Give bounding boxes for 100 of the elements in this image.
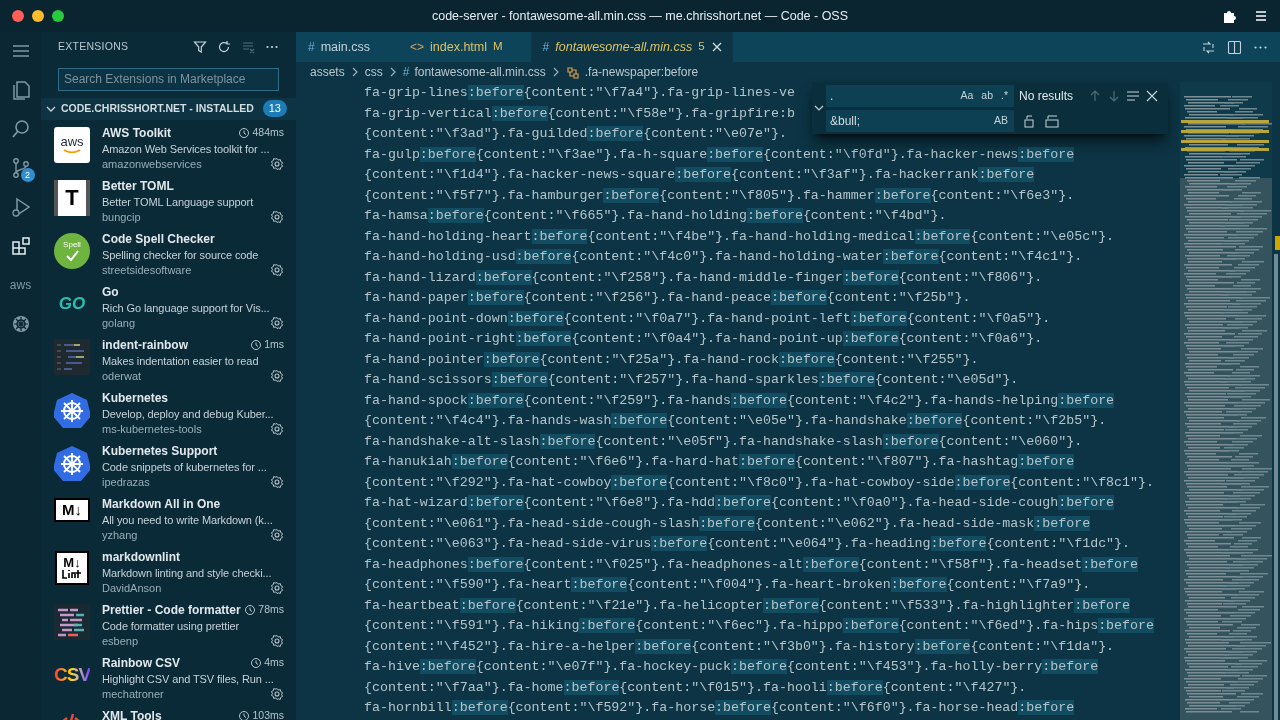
extension-item[interactable]: Spell Code Spell Checker Spelling checker for source code streetsidesoftware [41,225,296,279]
run-debug-icon[interactable] [9,196,32,218]
extension-item[interactable]: T Better TOML Better TOML Language support bungcip [41,172,296,226]
option-toggle[interactable]: Aa [958,88,976,104]
replace-all-icon[interactable] [1044,114,1060,128]
code-line: fa-hand-pointer:before{content:"\f25a"}.fa-hand-rock:before{content:"\f255"}. [364,350,980,369]
settings-icon[interactable] [270,633,284,648]
match-count: No results [1019,88,1075,105]
clock-icon [238,709,251,720]
section-header[interactable]: CODE.CHRISSHORT.NET - INSTALLED 13 [41,97,296,120]
extension-item[interactable]: Kubernetes Support Code snippets of kubernetes for ... ipedrazas [41,437,296,491]
replace-icon[interactable] [1022,114,1036,128]
find-field[interactable]: . Aa ab .* [826,85,1014,107]
option-toggle[interactable]: .* [999,88,1010,104]
option-toggle[interactable]: AB [992,113,1010,129]
search-icon[interactable] [9,118,32,140]
code-line: fa-heartbeat:before{content:"\f21e"}.fa-helicopter:before{content:"\f533"}.fa-highlighter:before [364,596,1132,615]
clear-list-icon[interactable] [241,40,255,54]
extension-item[interactable]: aws AWS Toolkit 484ms Amazon Web Services toolkit for ... amazonwebservices [41,119,296,173]
code-line: fa-hand-spock:before{content:"\f259"}.fa-hands:before{content:"\f4c2"}.fa-hands-helping:before [364,391,1116,410]
file-type-glyph: # [402,64,410,81]
extension-description: Makes indentation easier to read [102,353,260,369]
settings-icon[interactable] [270,686,284,701]
extension-name: Go [102,283,119,301]
code-line: fa-hand-paper:before{content:"\f256"}.fa-hand-peace:before{content:"\f25b"}. [364,289,972,307]
extension-name: markdownlint [102,548,180,566]
extension-description: Markdown linting and style checki... [102,565,273,581]
settings-icon[interactable] [270,156,284,171]
lint-drawing-icon [61,569,83,579]
code-line: {content:"\f7aa"}.fa-home:before{content:"\f015"}.fa-hooli:before{content:"\f427"}. [364,678,1028,697]
menu-icon[interactable] [1254,9,1268,23]
settings-icon[interactable] [270,474,284,489]
extension-item[interactable]: Prettier - Code formatter 78ms Code formatter using prettier esbenp [41,596,296,650]
find-in-selection-icon[interactable] [1126,89,1140,103]
file-type-glyph: # [542,39,550,56]
code-line: fa-gulp:before{content:"\f3ae"}.fa-h-square:before{content:"\f0fd"}.fa-hacker-news:before [364,145,1076,164]
code-line: fa-hive:before{content:"\e07f"}.fa-hockey-puck:before{content:"\f453"}.fa-holly-berry:before [364,658,1100,676]
publisher-name: esbenp [102,633,139,648]
settings-icon[interactable] [270,368,284,383]
extension-item[interactable]: M↓ Markdown All in One All you need to write Markdown (k... yzhang [41,490,296,544]
extension-name: indent-rainbow [102,336,188,354]
extensions-icon[interactable] [9,235,32,257]
extension-item[interactable]: M↓ markdownlint Markdown linting and style checki... DavidAnson [41,543,296,597]
minimap-drawing[interactable] [1180,82,1272,720]
puzzle-icon[interactable] [1222,8,1238,24]
extension-item[interactable]: CSV Rainbow CSV 4ms Highlight CSV and TSV files, Run ... mechatroner [41,649,296,703]
scrollbar-thumb[interactable] [1274,254,1278,720]
settings-icon[interactable] [270,580,284,595]
file-type-glyph: <> [410,39,425,56]
search-field[interactable]: Search Extensions in Marketplace [58,67,279,91]
extension-name: XML Tools [102,707,162,720]
activation-time: 78ms [258,601,284,617]
compare-changes-icon[interactable] [1201,39,1216,55]
extension-name: Rainbow CSV [102,654,180,672]
close-icon[interactable] [1145,89,1159,103]
extension-item[interactable]: XML Tools 103ms [41,702,296,720]
code-line: fa-hand-point-right:before{content:"\f0a4"}.fa-hand-point-up:before{content:"\f0a6"}. [364,330,1044,348]
code-line: {content:"\f292"}.fa-hat-cowboy:before{content:"\f8c0"}.fa-hat-cowboy-side:before{content:"\f8c1"}. [364,473,1155,492]
code-thumbnail-icon [54,603,90,640]
settings-icon[interactable] [270,262,284,277]
clock-icon [250,338,263,351]
publisher-name: DavidAnson [102,580,162,595]
clock-icon [244,603,257,616]
logo-text: aws [60,136,84,148]
breadcrumb-item[interactable]: css [364,63,383,81]
extension-item[interactable]: GO Go Rich Go language support for Vis... golang [41,278,296,332]
settings-icon[interactable] [270,209,284,224]
extension-description: Code formatter using prettier [102,618,241,634]
refresh-icon[interactable] [217,40,231,54]
code-line: {content:"\f3ad"}.fa-guilded:before{content:"\e07e"}. [364,125,788,143]
filter-icon[interactable] [193,40,207,54]
breadcrumb-item[interactable]: assets [310,63,345,81]
publisher-name: amazonwebservices [102,156,202,171]
previous-match-icon[interactable] [1088,89,1102,103]
code-thumbnail-icon [54,338,90,375]
split-editor-icon[interactable] [1227,39,1242,55]
minimize-window-icon[interactable] [32,10,44,22]
breadcrumb-item[interactable]: fontawesome-all.min.css [414,63,546,81]
publisher-name: ipedrazas [102,474,150,489]
extension-item[interactable]: indent-rainbow 1ms Makes indentation easier to read oderwat [41,331,296,385]
extension-item[interactable]: Kubernetes Develop, deploy and debug Kuber... ms-kubernetes-tools [41,384,296,438]
sidebar-title: EXTENSIONS [58,39,129,55]
close-icon[interactable] [710,41,723,53]
logo-text: M↓ [63,556,81,569]
extension-description: All you need to write Markdown (k... [102,512,274,528]
settings-icon[interactable] [270,421,284,436]
settings-icon[interactable] [270,315,284,330]
settings-icon[interactable] [270,527,284,542]
breadcrumb-item[interactable]: .fa-newspaper:before [584,63,699,81]
extension-description: Better TOML Language support [102,194,255,210]
activation-time: 4ms [264,654,284,670]
option-toggle[interactable]: ab [979,88,995,104]
close-window-icon[interactable] [12,10,24,22]
extension-name: Kubernetes [102,389,169,407]
editor-tab[interactable]: # fontawesome-all.min.css 5 [530,32,733,62]
maximize-window-icon[interactable] [52,10,64,22]
aws-label[interactable]: aws [9,274,32,296]
helm-wheel-icon [54,444,90,481]
next-match-icon[interactable] [1107,89,1121,103]
replace-field[interactable]: &bull; AB [826,110,1014,132]
